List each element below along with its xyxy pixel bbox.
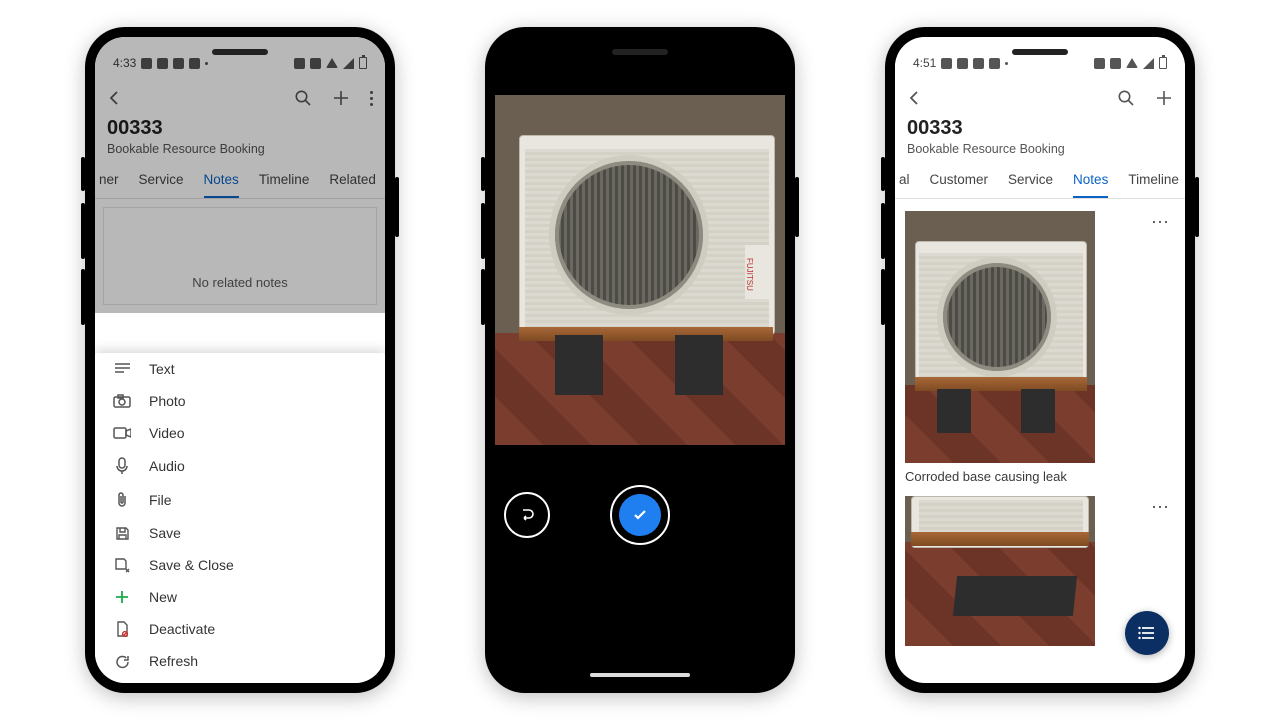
search-icon[interactable] (1117, 89, 1135, 107)
tab-timeline[interactable]: Timeline (1128, 162, 1179, 198)
note-photo-2 (905, 496, 1095, 646)
battery-icon (1159, 57, 1167, 69)
sheet-item-new[interactable]: New (95, 581, 385, 613)
phone-mock-3: 4:51 00333 (885, 27, 1195, 693)
home-indicator[interactable] (590, 673, 690, 677)
tab-notes[interactable]: Notes (1073, 162, 1108, 198)
scrim-overlay[interactable] (95, 37, 385, 313)
note-photo-1 (905, 211, 1095, 463)
sheet-item-audio[interactable]: Audio (95, 449, 385, 483)
tab-general-clip[interactable]: al (899, 162, 910, 198)
tab-bar: al Customer Service Notes Timeline (895, 162, 1185, 199)
phone-mock-1: 4:33 (85, 27, 395, 693)
sheet-item-file[interactable]: File (95, 483, 385, 517)
refresh-icon (113, 654, 131, 669)
note-overflow-icon[interactable]: ⋯ (1151, 211, 1175, 463)
signal-icon (1143, 58, 1154, 69)
list-fab-button[interactable] (1125, 611, 1169, 655)
text-icon (113, 362, 131, 376)
camera-icon (113, 394, 131, 408)
sheet-item-deactivate[interactable]: Deactivate (95, 613, 385, 645)
sheet-item-save[interactable]: Save (95, 517, 385, 549)
sheet-item-text[interactable]: Text (95, 353, 385, 385)
tab-customer[interactable]: Customer (930, 162, 989, 198)
note-caption-1: Corroded base causing leak (905, 469, 1175, 484)
wifi-icon (1126, 58, 1138, 68)
camera-viewfinder: FUJITSU (495, 95, 785, 445)
tab-service[interactable]: Service (1008, 162, 1053, 198)
status-time: 4:51 (913, 56, 936, 70)
add-button[interactable] (1155, 89, 1173, 107)
save-close-icon (113, 557, 131, 573)
sheet-item-save-close[interactable]: Save & Close (95, 549, 385, 581)
save-icon (113, 526, 131, 541)
sheet-item-photo[interactable]: Photo (95, 385, 385, 417)
note-card-1[interactable]: ⋯ (905, 211, 1175, 463)
page-title: 00333 (907, 117, 1173, 140)
camera-confirm-button[interactable] (619, 494, 661, 536)
sheet-item-refresh[interactable]: Refresh (95, 645, 385, 677)
page-header: 00333 Bookable Resource Booking (895, 75, 1185, 162)
status-bar: 4:51 (895, 37, 1185, 75)
microphone-icon (113, 457, 131, 475)
deactivate-icon (113, 621, 131, 637)
action-sheet: Text Photo Video Audio File Save (95, 353, 385, 683)
page-subtitle: Bookable Resource Booking (907, 142, 1173, 156)
attachment-icon (113, 491, 131, 509)
plus-icon (113, 590, 131, 604)
phone-mock-2: FUJITSU (485, 27, 795, 693)
back-button[interactable] (907, 90, 923, 106)
sheet-item-video[interactable]: Video (95, 417, 385, 449)
camera-controls (495, 445, 785, 585)
camera-retake-button[interactable] (504, 492, 550, 538)
video-icon (113, 427, 131, 439)
